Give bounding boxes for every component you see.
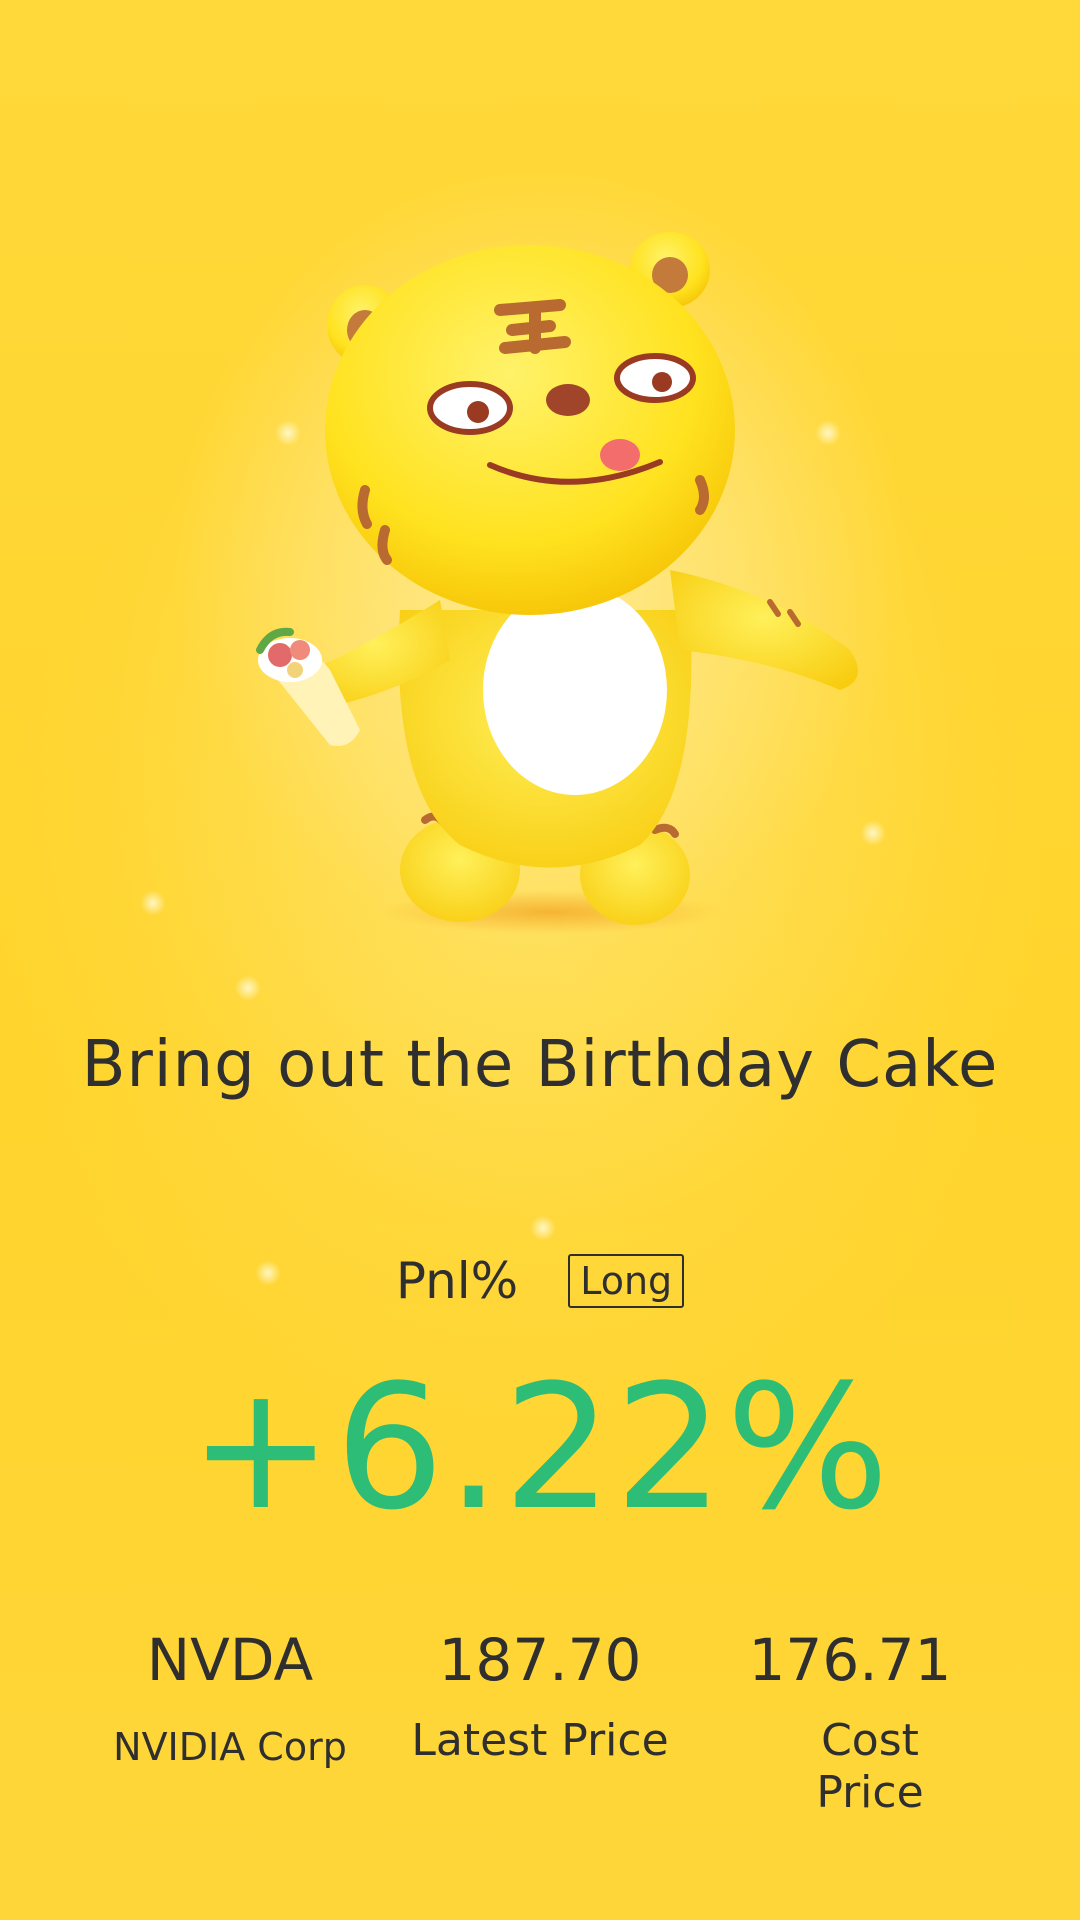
sparkle	[530, 1215, 556, 1241]
pnl-row: Pnl% Long	[0, 1252, 1080, 1310]
cost-price-value: 176.71	[748, 1626, 952, 1694]
position-stats: NVDA NVIDIA Corp 187.70 Latest Price 176…	[0, 1625, 1080, 1845]
company-name: NVIDIA Corp	[113, 1725, 347, 1769]
pnl-label: Pnl%	[395, 1252, 519, 1310]
latest-price-value: 187.70	[438, 1626, 642, 1694]
cost-price-label: Cost Price	[816, 1715, 924, 1818]
tiger-mascot-icon	[256, 232, 858, 934]
stat-cost-price: 176.71 Cost Price	[720, 1625, 980, 1819]
latest-price-label: Latest Price	[411, 1715, 669, 1766]
sparkle	[140, 890, 166, 916]
sparkle	[235, 975, 261, 1001]
tiger-mascot	[250, 230, 870, 950]
pnl-percent-value: +6.22%	[188, 1347, 892, 1548]
stat-ticker: NVDA NVIDIA Corp	[110, 1625, 350, 1773]
stat-latest-price: 187.70 Latest Price	[400, 1625, 680, 1767]
position-side-badge: Long	[568, 1254, 685, 1308]
headline: Bring out the Birthday Cake	[81, 1028, 999, 1102]
ticker-symbol: NVDA	[146, 1626, 314, 1694]
